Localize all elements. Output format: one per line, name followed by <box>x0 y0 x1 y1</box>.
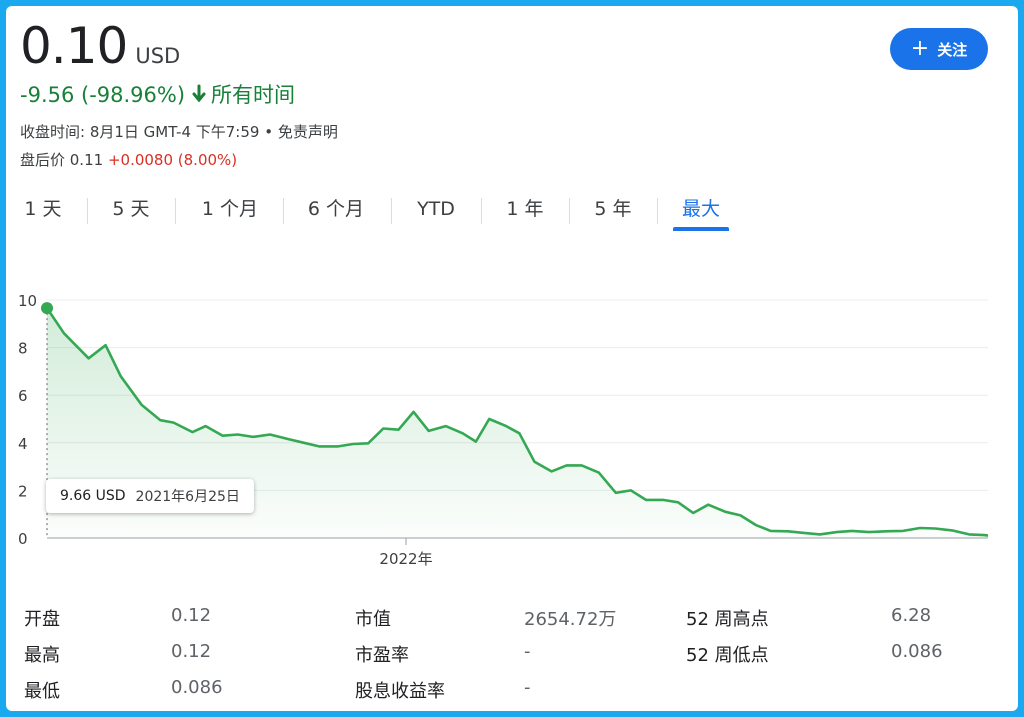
price-change: -9.56 (-98.96%) 所有时间 <box>20 79 295 109</box>
tab-ytd[interactable]: YTD <box>408 194 464 234</box>
tab-1d[interactable]: 1 天 <box>20 194 66 234</box>
tooltip-date: 2021年6月25日 <box>135 489 240 505</box>
tab-max[interactable]: 最大 <box>673 194 729 234</box>
stat-value-dividend-yield: - <box>524 677 531 698</box>
tab-6m[interactable]: 6 个月 <box>302 194 370 234</box>
x-tick-label: 2022年 <box>379 550 432 568</box>
y-tick-label: 10 <box>18 292 37 310</box>
stock-card: 0.10 USD -9.56 (-98.96%) 所有时间 收盘时间: 8月1日 G… <box>6 6 1018 711</box>
follow-label: 关注 <box>937 40 968 59</box>
period-label: 所有时间 <box>211 83 296 107</box>
after-hours-price: 盘后价 0.11 <box>20 151 104 169</box>
after-hours-change: +0.0080 (8.00%) <box>107 151 238 169</box>
stat-label-dividend-yield: 股息收益率 <box>355 681 445 702</box>
stat-label-open: 开盘 <box>24 609 60 630</box>
stat-label-pe-ratio: 市盈率 <box>355 645 409 666</box>
stat-label-low: 最低 <box>24 681 60 702</box>
change-value: -9.56 (-98.96%) <box>20 83 186 107</box>
stat-value-52w-high: 6.28 <box>891 605 932 626</box>
y-tick-label: 0 <box>18 530 28 548</box>
stat-value-market-cap: 2654.72万 <box>524 609 617 630</box>
stat-value-open: 0.12 <box>171 605 212 626</box>
stat-label-market-cap: 市值 <box>355 609 391 630</box>
close-time: 收盘时间: 8月1日 GMT-4 下午7:59 • 免责声明 <box>20 123 338 141</box>
currency-label: USD <box>135 44 181 68</box>
price-chart[interactable]: 0 2 4 6 8 10 2022年 <box>6 276 1006 586</box>
stat-label-52w-low: 52 周低点 <box>686 645 769 666</box>
arrow-down-icon <box>192 84 206 103</box>
current-price: 0.10 <box>20 17 128 75</box>
tab-1y[interactable]: 1 年 <box>500 194 550 234</box>
y-tick-label: 8 <box>18 340 28 358</box>
price-header: 0.10 USD <box>20 14 180 78</box>
y-tick-label: 2 <box>18 482 28 500</box>
stat-label-52w-high: 52 周高点 <box>686 609 769 630</box>
tooltip-value: 9.66 USD <box>60 488 126 504</box>
y-tick-label: 6 <box>18 387 28 405</box>
tab-5d[interactable]: 5 天 <box>106 194 156 234</box>
stat-value-low: 0.086 <box>171 677 223 698</box>
y-tick-label: 4 <box>18 435 28 453</box>
stat-value-52w-low: 0.086 <box>891 641 943 662</box>
follow-button[interactable]: + 关注 <box>890 28 988 70</box>
stat-label-high: 最高 <box>24 645 60 666</box>
tab-5y[interactable]: 5 年 <box>588 194 638 234</box>
tab-1m[interactable]: 1 个月 <box>196 194 264 234</box>
plus-icon: + <box>910 36 930 61</box>
time-range-tabs: 1 天 5 天 1 个月 6 个月 YTD 1 年 5 年 最大 <box>6 194 1018 234</box>
stat-value-pe-ratio: - <box>524 641 531 662</box>
after-hours: 盘后价 0.11 +0.0080 (8.00%) <box>20 149 237 170</box>
chart-tooltip: 9.66 USD 2021年6月25日 <box>46 479 254 513</box>
stat-value-high: 0.12 <box>171 641 212 662</box>
hover-point <box>41 302 53 315</box>
